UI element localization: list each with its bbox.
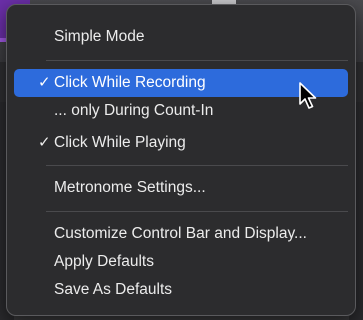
menu-separator (46, 211, 348, 212)
menu-item-label: Simple Mode (54, 28, 145, 45)
menu-item-label: ... only During Count-In (54, 102, 214, 119)
checkmark-icon: ✓ (38, 134, 51, 151)
checkmark-icon: ✓ (38, 74, 51, 91)
menu-item-metronome-settings[interactable]: Metronome Settings... (14, 174, 348, 202)
menu-item-label: Save As Defaults (54, 281, 173, 298)
menu-item-simple-mode[interactable]: Simple Mode (14, 23, 348, 51)
menu-item-label: Apply Defaults (54, 253, 154, 270)
menu-separator (46, 165, 348, 166)
menu-item-customize-control-bar[interactable]: Customize Control Bar and Display... (14, 220, 348, 248)
menu-item-label: Customize Control Bar and Display... (54, 225, 307, 242)
menu-item-save-as-defaults[interactable]: Save As Defaults (14, 276, 348, 304)
metronome-context-menu: Simple Mode ✓ Click While Recording ... … (6, 4, 356, 316)
menu-item-click-while-playing[interactable]: ✓ Click While Playing (14, 129, 348, 157)
arrow-pointer-icon (299, 82, 317, 109)
menu-item-label: Click While Recording (54, 74, 206, 91)
menu-item-label: Metronome Settings... (54, 179, 206, 196)
menu-separator (46, 60, 348, 61)
menu-item-apply-defaults[interactable]: Apply Defaults (14, 248, 348, 276)
menu-item-label: Click While Playing (54, 134, 186, 151)
